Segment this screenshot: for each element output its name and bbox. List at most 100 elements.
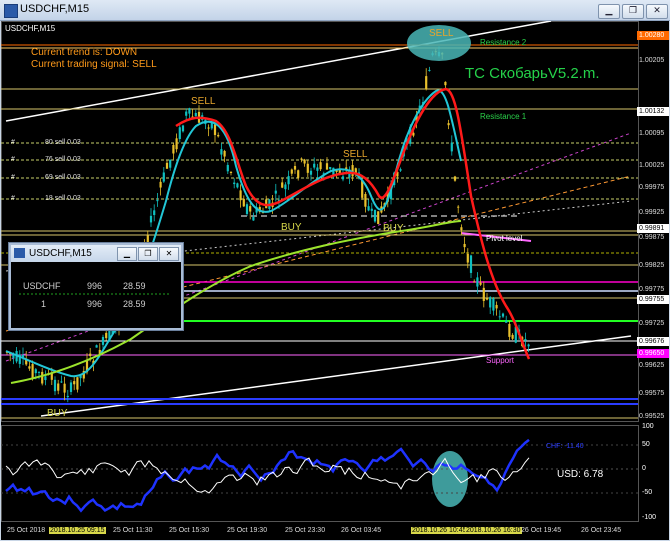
candle-body bbox=[511, 334, 514, 339]
candle-body bbox=[361, 180, 364, 198]
sell-order-4: 18 sell 0.03 bbox=[45, 195, 81, 202]
time-label: 25 Oct 11:30 bbox=[113, 527, 153, 534]
order-marker-4: # bbox=[11, 195, 15, 202]
mini-chart-window[interactable]: USDCHF,M15 ▁ ❐ ✕ USDCHF 996 28.59 1 996 … bbox=[9, 243, 183, 330]
candle-body bbox=[60, 381, 63, 383]
price-label: 0.99975 bbox=[639, 184, 665, 191]
support-label: Support bbox=[486, 356, 515, 365]
mini-restore-button[interactable]: ❐ bbox=[138, 247, 158, 261]
candle-body bbox=[444, 81, 447, 86]
window-titlebar: USDCHF,M15 ▁ ❐ ✕ bbox=[0, 0, 670, 21]
price-label: 1.00205 bbox=[639, 57, 665, 64]
candle-body bbox=[229, 172, 233, 174]
candle-body bbox=[178, 127, 181, 139]
candle-body bbox=[41, 371, 44, 384]
candle-body bbox=[162, 172, 165, 182]
candle-body bbox=[373, 209, 377, 222]
candle-body bbox=[329, 166, 332, 170]
candle-body bbox=[63, 383, 66, 393]
candle-body bbox=[476, 277, 479, 287]
candle-body bbox=[28, 366, 31, 369]
candle-body bbox=[425, 76, 428, 90]
window-title: USDCHF,M15 bbox=[20, 3, 90, 15]
price-label: 1.00095 bbox=[639, 130, 665, 137]
chf-strength-text: CHF: -11.40 bbox=[546, 443, 584, 450]
mini-close-button[interactable]: ✕ bbox=[159, 247, 179, 261]
candle-body bbox=[53, 379, 57, 392]
symbol-label: USDCHF,M15 bbox=[5, 24, 56, 33]
mini-window-titlebar[interactable]: USDCHF,M15 ▁ ❐ ✕ bbox=[11, 245, 181, 262]
trend-text: Current trend is: DOWN bbox=[31, 47, 138, 58]
restore-button[interactable]: ❐ bbox=[622, 4, 644, 19]
candle-body bbox=[489, 297, 492, 308]
sell-signal-1: SELL bbox=[191, 96, 216, 107]
close-button[interactable]: ✕ bbox=[646, 4, 668, 19]
candle-body bbox=[469, 255, 473, 273]
price-label: 0.99755 bbox=[637, 295, 669, 304]
chart-window-icon bbox=[4, 4, 18, 18]
candle-body bbox=[245, 204, 249, 214]
price-label: 0.99725 bbox=[639, 320, 665, 327]
candle-body bbox=[473, 281, 476, 283]
candle-body bbox=[447, 123, 450, 126]
price-label: 0.99676 bbox=[637, 337, 669, 346]
candle-body bbox=[367, 206, 370, 211]
candle-body bbox=[505, 320, 508, 323]
candle-body bbox=[399, 169, 402, 171]
candle-body bbox=[492, 298, 495, 311]
candle-body bbox=[463, 243, 466, 248]
candle-body bbox=[293, 166, 297, 170]
candle-body bbox=[213, 124, 217, 136]
candlesticks bbox=[5, 46, 530, 403]
minimize-button[interactable]: ▁ bbox=[598, 4, 620, 19]
buy-signal-1: BUY bbox=[281, 222, 302, 233]
candle-body bbox=[498, 316, 501, 318]
candle-body bbox=[105, 332, 108, 339]
candle-body bbox=[479, 282, 482, 285]
price-label: 0.99625 bbox=[639, 362, 665, 369]
candle-body bbox=[281, 182, 284, 188]
candle-body bbox=[364, 193, 367, 207]
candle-body bbox=[450, 142, 453, 152]
candle-body bbox=[181, 125, 185, 132]
candle-body bbox=[319, 162, 322, 170]
indicator-panel-border bbox=[1, 425, 639, 522]
candle-body bbox=[73, 381, 76, 385]
order-marker-3: # bbox=[11, 174, 15, 181]
candle-body bbox=[95, 345, 98, 348]
price-label: 0.99650 bbox=[637, 349, 669, 358]
indicator-scale-100: 100 bbox=[642, 423, 654, 430]
indicator-scale-minus50: -50 bbox=[642, 489, 653, 496]
candle-body bbox=[149, 215, 153, 223]
time-label: 25 Oct 19:30 bbox=[227, 527, 268, 534]
candle-body bbox=[57, 383, 60, 391]
indicator-scale-50: 50 bbox=[642, 441, 650, 448]
candle-body bbox=[236, 183, 239, 188]
price-label: 0.99575 bbox=[639, 390, 665, 397]
indicator-scale-0: 0 bbox=[642, 465, 646, 472]
mini-dividers bbox=[19, 293, 171, 295]
price-label: 0.99825 bbox=[639, 262, 665, 269]
candle-body bbox=[69, 382, 73, 392]
candle-body bbox=[226, 164, 229, 172]
candle-body bbox=[188, 108, 191, 114]
time-label: 25 Oct 2018 bbox=[7, 527, 46, 534]
indicator-highlight-ellipse bbox=[432, 451, 468, 507]
mini-window-icon bbox=[14, 248, 25, 258]
price-label: 1.00280 bbox=[637, 31, 669, 40]
candle-body bbox=[165, 162, 169, 169]
candle-body bbox=[297, 170, 300, 178]
candle-body bbox=[31, 364, 34, 379]
candle-body bbox=[377, 211, 380, 224]
candle-body bbox=[89, 353, 92, 356]
price-label: 1.00025 bbox=[639, 162, 665, 169]
buy-signal-3: BUY bbox=[47, 408, 68, 419]
sell-signal-2: SELL bbox=[343, 149, 368, 160]
signal-text: Current trading signal: SELL bbox=[31, 59, 157, 70]
price-label: 0.99775 bbox=[639, 286, 665, 293]
pivot-label: Pivot level bbox=[486, 234, 523, 243]
time-label: 25 Oct 15:30 bbox=[169, 527, 210, 534]
candle-body bbox=[223, 150, 226, 157]
candle-body bbox=[153, 210, 156, 216]
mini-minimize-button[interactable]: ▁ bbox=[117, 247, 137, 261]
